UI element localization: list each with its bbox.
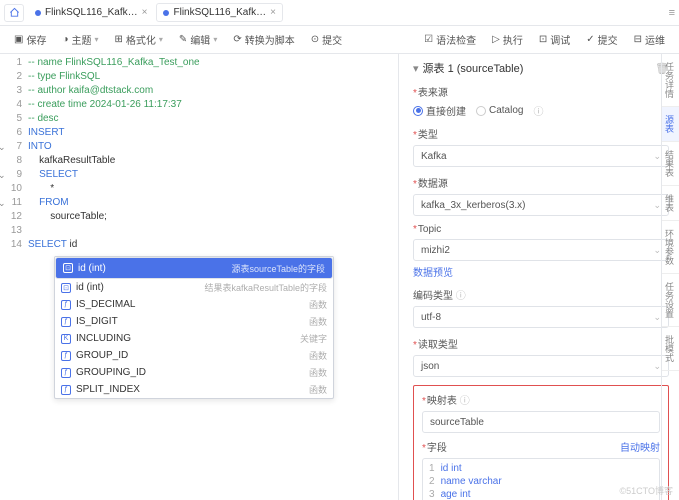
field-icon: ⊡: [63, 263, 73, 273]
function-icon: ƒ: [61, 385, 71, 395]
chevron-down-icon: ▾: [159, 35, 163, 44]
panel-title: 源表 1 (sourceTable): [423, 60, 524, 76]
chevron-down-icon: ⌄: [653, 312, 661, 323]
type-select[interactable]: Kafka⌄: [413, 145, 669, 167]
mapping-input[interactable]: sourceTable: [422, 411, 660, 433]
radio-direct[interactable]: 直接创建: [413, 103, 466, 118]
rail-source-table[interactable]: 源表: [662, 107, 679, 142]
theme-button[interactable]: ◑ 主题▾: [56, 30, 104, 49]
encoding-select[interactable]: utf-8⌄: [413, 306, 669, 328]
keyword-icon: K: [61, 334, 71, 344]
collapse-icon[interactable]: ▾: [413, 62, 419, 75]
watermark: ©51CTO博客: [620, 484, 673, 497]
topic-label: Topic: [418, 224, 441, 235]
radio-catalog[interactable]: Catalog: [476, 103, 523, 118]
auto-map-link[interactable]: 自动映射: [620, 439, 660, 454]
autocomplete-item[interactable]: KINCLUDING关键字: [55, 330, 333, 347]
menu-icon[interactable]: ≡: [669, 7, 675, 19]
autocomplete-item[interactable]: ƒIS_DIGIT函数: [55, 313, 333, 330]
rail-batch-mode[interactable]: 批模式: [662, 327, 679, 371]
field-icon: ⊡: [61, 283, 71, 293]
edit-button[interactable]: ✎ 编辑▾: [173, 30, 223, 49]
flink-icon: [163, 10, 169, 16]
source-label: 表来源: [418, 88, 448, 99]
tab-1[interactable]: FlinkSQL116_Kafk… ×: [28, 3, 154, 22]
read-type-label: 读取类型: [418, 340, 458, 351]
read-type-select[interactable]: json⌄: [413, 355, 669, 377]
function-icon: ƒ: [61, 368, 71, 378]
rail-task-settings[interactable]: 任务设置: [662, 274, 679, 327]
tab-label: FlinkSQL116_Kafk…: [45, 7, 138, 18]
rail-result-table[interactable]: 结果表: [662, 142, 679, 186]
config-panel: ▾ 源表 1 (sourceTable) 🗑 *表来源 直接创建 Catalog…: [398, 54, 679, 500]
rail-env-params[interactable]: 环境参数: [662, 221, 679, 274]
rail-task-detail[interactable]: 任务详情: [662, 54, 679, 107]
convert-button[interactable]: ⟳ 转换为脚本: [227, 30, 300, 49]
autocomplete-item[interactable]: ⊡id (int)结果表kafkaResultTable的字段: [55, 279, 333, 296]
line-gutter: 12345 678910 11121314: [0, 54, 28, 252]
autocomplete-item[interactable]: ⊡id (int)源表sourceTable的字段: [55, 257, 333, 279]
mapping-label: 映射表: [427, 396, 457, 407]
topic-select[interactable]: mizhi2⌄: [413, 239, 669, 261]
rail-dim-table[interactable]: 维表: [662, 186, 679, 221]
code-editor[interactable]: 12345 678910 11121314 -- name FlinkSQL11…: [0, 54, 398, 500]
format-button[interactable]: ⊞ 格式化▾: [109, 30, 169, 49]
autocomplete-item[interactable]: ƒGROUPING_ID函数: [55, 364, 333, 381]
type-label: 类型: [418, 130, 438, 141]
info-icon[interactable]: ⓘ: [533, 103, 543, 118]
datasource-select[interactable]: kafka_3x_kerberos(3.x)⌄: [413, 194, 669, 216]
tab-label: FlinkSQL116_Kafk…: [173, 7, 266, 18]
chevron-down-icon: ⌄: [653, 245, 661, 256]
encoding-label: 编码类型: [413, 291, 453, 302]
autocomplete-item[interactable]: ƒIS_DECIMAL函数: [55, 296, 333, 313]
home-button[interactable]: [4, 4, 24, 22]
field-row: 1id int: [429, 463, 653, 474]
ops-button[interactable]: ⊟ 运维: [628, 30, 671, 49]
function-icon: ƒ: [61, 351, 71, 361]
chevron-down-icon: ▾: [95, 35, 99, 44]
save-button[interactable]: ▣ 保存: [8, 30, 52, 49]
right-rail: 任务详情 源表 结果表 维表 环境参数 任务设置 批模式: [661, 54, 679, 500]
info-icon[interactable]: ⓘ: [460, 396, 470, 407]
autocomplete-item[interactable]: ƒGROUP_ID函数: [55, 347, 333, 364]
debug-button[interactable]: ⊡ 调试: [533, 30, 576, 49]
fields-label: 字段: [427, 443, 447, 454]
autocomplete-popup[interactable]: ⊡id (int)源表sourceTable的字段 ⊡id (int)结果表ka…: [54, 256, 334, 399]
info-icon[interactable]: ⓘ: [456, 291, 466, 302]
autocomplete-item[interactable]: ƒSPLIT_INDEX函数: [55, 381, 333, 398]
chevron-down-icon: ⌄: [653, 361, 661, 372]
run-button[interactable]: ▷ 执行: [486, 30, 529, 49]
chevron-down-icon: ⌄: [653, 200, 661, 211]
chevron-down-icon: ▾: [213, 35, 217, 44]
close-icon[interactable]: ×: [142, 7, 148, 18]
data-preview-link[interactable]: 数据预览: [413, 264, 453, 279]
function-icon: ƒ: [61, 300, 71, 310]
flink-icon: [35, 10, 41, 16]
code-content[interactable]: -- name FlinkSQL116_Kafka_Test_one -- ty…: [28, 54, 398, 252]
close-icon[interactable]: ×: [270, 7, 276, 18]
tab-2[interactable]: FlinkSQL116_Kafk… ×: [156, 3, 282, 22]
chevron-down-icon: ⌄: [653, 151, 661, 162]
function-icon: ƒ: [61, 317, 71, 327]
syntax-check-button[interactable]: ☑ 语法检查: [418, 30, 482, 49]
highlight-box: *映射表 ⓘ sourceTable *字段自动映射 1id int 2name…: [413, 385, 669, 500]
submit-button[interactable]: ✓ 提交: [580, 30, 623, 49]
commit-button[interactable]: ⊙ 提交: [305, 30, 348, 49]
datasource-label: 数据源: [418, 179, 448, 190]
